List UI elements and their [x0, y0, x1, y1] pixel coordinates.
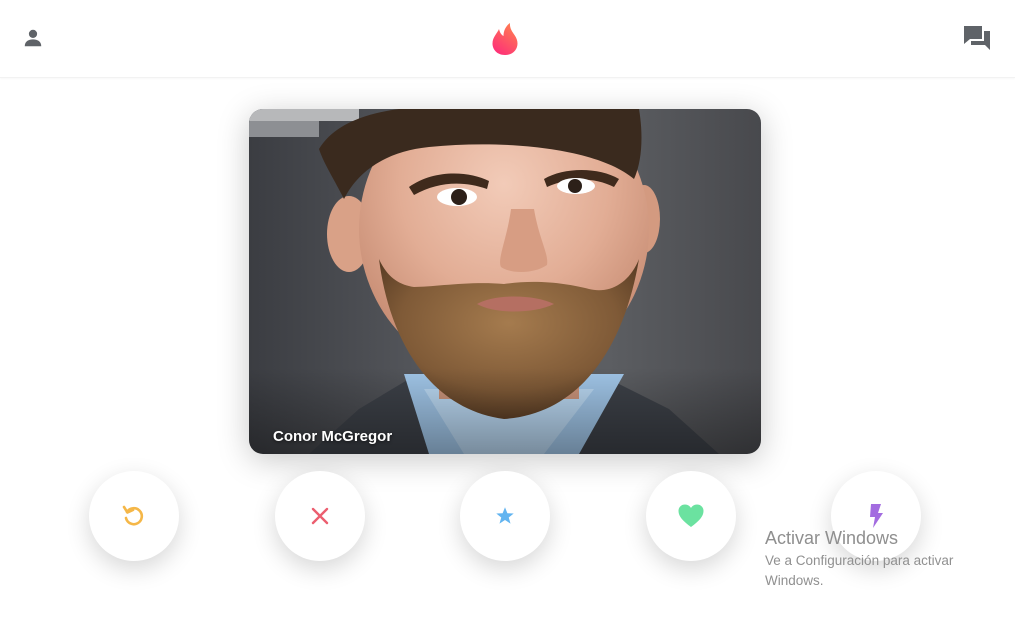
top-bar — [0, 0, 1015, 78]
boost-button[interactable] — [831, 471, 921, 561]
super-like-button[interactable] — [460, 471, 550, 561]
rewind-icon — [122, 505, 144, 526]
person-icon — [24, 29, 42, 47]
profile-card[interactable]: Conor McGregor — [249, 109, 761, 454]
nope-button[interactable] — [275, 471, 365, 561]
profile-button[interactable] — [16, 21, 50, 55]
star-icon — [496, 507, 514, 524]
lightning-icon — [870, 504, 883, 528]
profile-name: Conor McGregor — [273, 428, 393, 445]
like-button[interactable] — [646, 471, 736, 561]
rewind-button[interactable] — [89, 471, 179, 561]
logo-button[interactable] — [488, 20, 522, 58]
app-page: Conor McGregor Activar Windows Ve a Conf… — [0, 0, 1015, 621]
heart-icon — [678, 504, 704, 527]
close-icon — [311, 507, 329, 525]
messages-button[interactable] — [960, 21, 994, 55]
profile-photo — [249, 109, 761, 454]
flame-logo-icon — [492, 23, 518, 55]
chat-bubbles-icon — [964, 26, 990, 50]
